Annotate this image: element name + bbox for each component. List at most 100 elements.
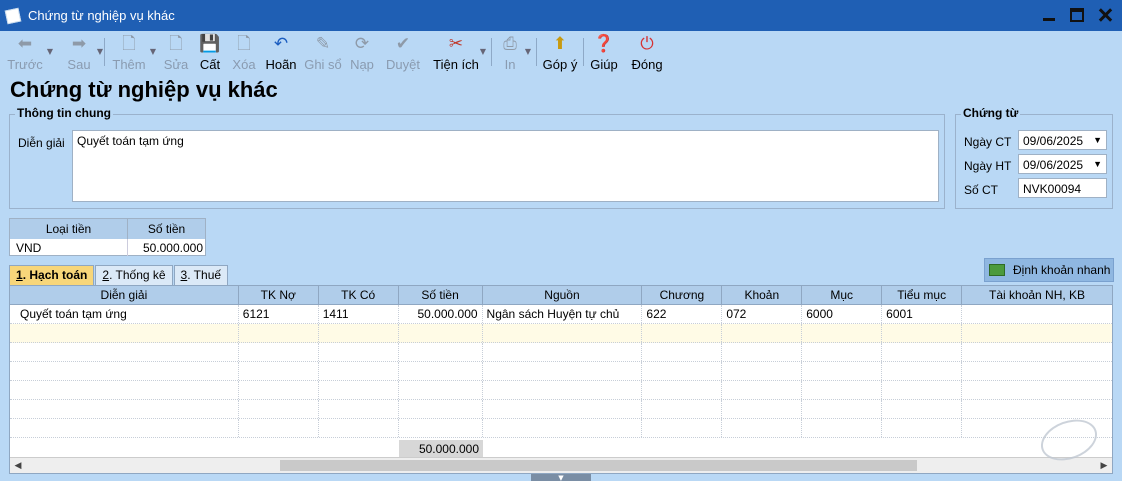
add-button[interactable]: 🗋 Thêm ▼ — [111, 31, 156, 73]
voucher-group: Chứng từ Ngày CT 09/06/2025 ▼ Ngày HT 09… — [955, 106, 1113, 209]
posting-date-label: Ngày HT — [964, 159, 1012, 173]
delete-button[interactable]: 🗋 Xóa — [231, 31, 257, 73]
posting-date-value: 09/06/2025 — [1023, 158, 1084, 172]
cell-bank-account[interactable] — [962, 305, 1112, 323]
table-row[interactable] — [10, 381, 1112, 400]
col-debit-account[interactable]: TK Nợ — [239, 286, 319, 304]
pen-icon: ✎ — [315, 34, 331, 54]
col-credit-account[interactable]: TK Có — [319, 286, 399, 304]
table-row[interactable]: Quyết toán tạm ứng 6121 1411 50.000.000 … — [10, 305, 1112, 324]
check-icon: ✔ — [395, 34, 411, 54]
cell-source[interactable]: Ngân sách Huyện tự chủ — [483, 305, 643, 323]
save-icon: 💾 — [199, 34, 221, 54]
toolbar-divider — [104, 38, 105, 66]
reload-button[interactable]: ⟳ Nạp — [349, 31, 375, 73]
toolbar: ⬅ Trước ▼ ➡ Sau ▼ 🗋 Thêm ▼ 🗋 Sửa 💾 Cất 🗋… — [0, 31, 1122, 73]
tab-statistics-label: . Thống kê — [109, 268, 166, 282]
grid-total-row: 50.000.000 — [10, 440, 1112, 458]
tab-tax-label: . Thuế — [187, 268, 222, 282]
accounting-grid: Diễn giải TK Nợ TK Có Số tiền Nguồn Chươ… — [9, 285, 1113, 474]
amount-header: Số tiền — [147, 222, 186, 236]
currency-type-cell[interactable]: VND — [10, 239, 128, 256]
postpone-button[interactable]: ↶ Hoãn — [265, 31, 297, 73]
utilities-button[interactable]: ✂ Tiện ích ▼ — [433, 31, 486, 73]
close-button[interactable]: ⏻ Đóng — [631, 31, 662, 73]
edit-document-icon: 🗋 — [169, 34, 183, 54]
previous-button[interactable]: ⬅ Trước ▼ — [6, 31, 53, 73]
general-info-legend: Thông tin chung — [15, 106, 113, 120]
quick-entry-button[interactable]: Định khoản nhanh — [984, 258, 1114, 282]
voucher-date-picker[interactable]: 09/06/2025 ▼ — [1018, 130, 1107, 150]
print-button[interactable]: ⎙ In ▼ — [498, 31, 531, 73]
posting-date-picker[interactable]: 09/06/2025 ▼ — [1018, 154, 1107, 174]
tab-statistics[interactable]: 2. Thống kê — [95, 265, 173, 285]
minimize-button[interactable] — [1042, 8, 1056, 22]
approve-button[interactable]: ✔ Duyệt — [386, 31, 420, 73]
col-subitem[interactable]: Tiểu mục — [882, 286, 963, 304]
page-title: Chứng từ nghiệp vụ khác — [10, 77, 278, 102]
maximize-button[interactable] — [1070, 8, 1084, 22]
cell-description[interactable]: Quyết toán tạm ứng — [10, 305, 239, 323]
scroll-left-icon[interactable]: ◀ — [10, 458, 26, 473]
feedback-button[interactable]: ⬆ Góp ý — [543, 31, 578, 73]
chevron-down-icon[interactable]: ▼ — [480, 47, 486, 56]
description-field[interactable]: Quyết toán tạm ứng — [72, 130, 939, 202]
arrow-left-icon: ⬅ — [17, 34, 33, 54]
toolbar-divider — [491, 38, 492, 66]
help-button[interactable]: ❓ Giúp — [590, 31, 618, 73]
currency-row[interactable]: VND 50.000.000 — [10, 239, 205, 256]
chevron-down-icon[interactable]: ▼ — [150, 47, 156, 56]
table-row[interactable] — [10, 362, 1112, 381]
amount-cell[interactable]: 50.000.000 — [128, 239, 205, 256]
col-section[interactable]: Khoản — [722, 286, 803, 304]
table-row[interactable] — [10, 324, 1112, 343]
description-label: Diễn giải — [18, 136, 65, 150]
col-item[interactable]: Mục — [802, 286, 883, 304]
table-row[interactable] — [10, 400, 1112, 419]
chevron-down-icon: ▼ — [558, 473, 564, 481]
chevron-down-icon[interactable]: ▼ — [97, 47, 103, 56]
edit-button[interactable]: 🗋 Sửa — [163, 31, 189, 73]
app-icon — [4, 7, 22, 24]
horizontal-scrollbar[interactable]: ◀ ▶ — [10, 457, 1112, 473]
cell-debit-account[interactable]: 6121 — [239, 305, 319, 323]
tab-tax[interactable]: 3. Thuế — [173, 265, 229, 285]
col-bank-account[interactable]: Tài khoản NH, KB — [962, 286, 1112, 304]
general-info-group: Thông tin chung Diễn giải Quyết toán tạm… — [9, 106, 945, 209]
tab-accounting-label: . Hạch toán — [22, 268, 88, 282]
col-source[interactable]: Nguồn — [483, 286, 643, 304]
currency-table-header: Loại tiền Số tiền — [10, 219, 205, 239]
scrollbar-thumb[interactable] — [280, 460, 917, 471]
window-titlebar: Chứng từ nghiệp vụ khác — [0, 0, 1122, 31]
col-amount[interactable]: Số tiền — [399, 286, 483, 304]
grid-header: Diễn giải TK Nợ TK Có Số tiền Nguồn Chươ… — [10, 286, 1112, 305]
toolbar-divider — [583, 38, 584, 66]
col-description[interactable]: Diễn giải — [10, 286, 239, 304]
cell-subitem[interactable]: 6001 — [882, 305, 963, 323]
undo-icon: ↶ — [273, 34, 289, 54]
chevron-down-icon[interactable]: ▼ — [47, 47, 53, 56]
window-title: Chứng từ nghiệp vụ khác — [28, 8, 175, 23]
collapse-handle[interactable]: ▼ — [531, 474, 591, 481]
voucher-no-field[interactable]: NVK00094 — [1018, 178, 1107, 198]
scroll-right-icon[interactable]: ▶ — [1096, 458, 1112, 473]
post-ledger-button[interactable]: ✎ Ghi sổ — [304, 31, 342, 73]
cell-amount[interactable]: 50.000.000 — [399, 305, 483, 323]
table-row[interactable] — [10, 343, 1112, 362]
currency-type-header: Loại tiền — [10, 219, 128, 239]
feedback-icon: ⬆ — [552, 34, 568, 54]
cell-credit-account[interactable]: 1411 — [319, 305, 399, 323]
cell-chapter[interactable]: 622 — [642, 305, 723, 323]
table-row[interactable] — [10, 419, 1112, 438]
quick-entry-icon — [989, 264, 1005, 276]
chevron-down-icon[interactable]: ▼ — [1093, 159, 1102, 169]
cell-item[interactable]: 6000 — [802, 305, 883, 323]
cell-section[interactable]: 072 — [722, 305, 803, 323]
col-chapter[interactable]: Chương — [642, 286, 723, 304]
save-button[interactable]: 💾 Cất — [197, 31, 223, 73]
tab-accounting[interactable]: 1. Hạch toán — [9, 265, 95, 285]
next-button[interactable]: ➡ Sau ▼ — [64, 31, 103, 73]
chevron-down-icon[interactable]: ▼ — [1093, 135, 1102, 145]
chevron-down-icon[interactable]: ▼ — [525, 47, 531, 56]
close-window-button[interactable] — [1098, 8, 1112, 22]
